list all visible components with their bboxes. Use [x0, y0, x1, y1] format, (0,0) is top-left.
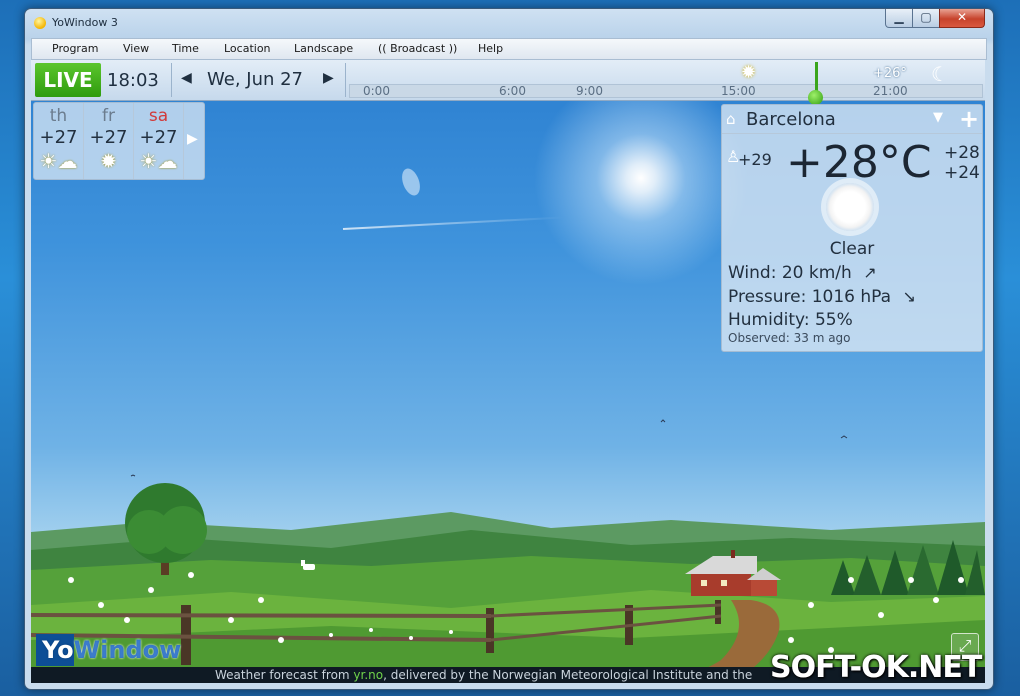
forecast-next-button[interactable]: ▶ — [187, 131, 198, 147]
maximize-button[interactable]: ▢ — [912, 9, 940, 28]
forecast-day[interactable]: th +27 ☀☁ — [34, 103, 84, 179]
status-suffix: , delivered by the Norwegian Meteorologi… — [383, 668, 753, 682]
forecast-day-temp: +27 — [89, 127, 128, 148]
observed-value: 33 m ago — [793, 331, 851, 345]
current-temperature: +28°C — [786, 137, 932, 188]
location-header: ⌂ Barcelona ▼ + — [722, 105, 982, 134]
minimize-button[interactable]: ▁ — [885, 9, 913, 28]
moon-icon: ☾ — [931, 62, 949, 86]
add-location-icon[interactable]: + — [959, 105, 979, 133]
status-text: Weather forecast from yr.no, delivered b… — [215, 668, 752, 682]
next-day-button[interactable]: ▶ — [323, 70, 334, 86]
pressure-row: Pressure: 1016 hPa ↘ — [728, 287, 916, 307]
observed-label: Observed: — [728, 331, 790, 345]
sun-cloud-icon: ☀☁ — [139, 149, 178, 173]
timeline-tick: 21:00 — [873, 84, 908, 98]
menu-view[interactable]: View — [123, 42, 149, 55]
pressure-value: 1016 hPa — [811, 287, 892, 307]
forecast-day-temp: +27 — [139, 127, 178, 148]
humidity-label: Humidity: — [728, 310, 810, 330]
forecast-day-name: sa — [148, 106, 169, 126]
close-icon: ✕ — [956, 10, 968, 24]
separator — [345, 63, 346, 97]
forecast-day-name: th — [49, 106, 68, 126]
timeline-tick: 15:00 — [721, 84, 756, 98]
menu-program[interactable]: Program — [52, 42, 98, 55]
current-date: We, Jun 27 — [207, 69, 304, 90]
yowindow-logo[interactable]: YoWindow — [36, 634, 188, 666]
chevron-down-icon[interactable]: ▼ — [933, 110, 943, 125]
forecast-day[interactable]: fr +27 ✹ — [84, 103, 134, 179]
minimize-icon: ▁ — [894, 10, 904, 24]
separator — [171, 63, 172, 97]
menu-help[interactable]: Help — [478, 42, 503, 55]
wind-label: Wind: — [728, 263, 777, 283]
live-button[interactable]: LIVE — [35, 63, 101, 97]
watermark: SOFT-OK.NET — [770, 650, 982, 685]
menu-location[interactable]: Location — [224, 42, 271, 55]
menu-time[interactable]: Time — [172, 42, 199, 55]
sun-icon: ✹ — [741, 62, 757, 83]
sun-icon: ✹ — [100, 149, 117, 173]
window-title: YoWindow 3 — [52, 16, 118, 29]
app-icon — [34, 17, 46, 29]
time-slider-line[interactable] — [815, 62, 818, 92]
time-slider-handle[interactable] — [808, 90, 823, 105]
birds — [130, 419, 848, 477]
wind-row: Wind: 20 km/h ↗ — [728, 263, 877, 283]
humidity-value: 55% — [814, 310, 853, 330]
title-bar[interactable]: YoWindow 3 ▁ ▢ ✕ — [25, 9, 993, 37]
timeline-tick: 6:00 — [499, 84, 526, 98]
forecast-panel: th +27 ☀☁ fr +27 ✹ sa +27 ☀☁ ▶ — [33, 102, 205, 180]
humidity-row: Humidity: 55% — [728, 310, 853, 330]
logo-part2: Window — [73, 636, 182, 664]
logo-part1: Yo — [42, 636, 74, 664]
current-weather-panel: ⌂ Barcelona ▼ + ♙ +29 +28°C +28 +24 Clea… — [721, 104, 983, 352]
close-button[interactable]: ✕ — [939, 9, 985, 28]
pressure-trend-icon: ↘ — [902, 287, 916, 306]
time-bar: LIVE 18:03 ◀ We, Jun 27 ▶ 0:00 6:00 9:00… — [31, 60, 985, 105]
sun-cloud-icon: ☀☁ — [39, 149, 78, 173]
wind-direction-icon: ↗ — [863, 263, 877, 282]
forecast-day-temp: +27 — [39, 127, 78, 148]
wind-value: 20 km/h — [781, 263, 852, 283]
timeline-tick: 9:00 — [576, 84, 603, 98]
high-temp: +28 — [944, 143, 980, 163]
source-link[interactable]: yr.no — [353, 668, 383, 682]
current-time: 18:03 — [107, 70, 159, 91]
weather-view: LIVE 18:03 ◀ We, Jun 27 ▶ 0:00 6:00 9:00… — [31, 60, 985, 683]
clear-sun-icon — [826, 183, 874, 231]
pressure-label: Pressure: — [728, 287, 807, 307]
observed-row: Observed: 33 m ago — [728, 331, 851, 345]
menu-bar: Program View Time Location Landscape (( … — [31, 38, 987, 60]
forecast-day-name: fr — [102, 106, 115, 126]
feels-like-temp: +29 — [738, 150, 772, 169]
home-icon[interactable]: ⌂ — [726, 110, 736, 128]
weather-condition: Clear — [829, 239, 875, 259]
status-prefix: Weather forecast from — [215, 668, 354, 682]
previous-day-button[interactable]: ◀ — [181, 70, 192, 86]
yowindow-window: YoWindow 3 ▁ ▢ ✕ Program View Time Locat… — [24, 8, 994, 690]
menu-broadcast[interactable]: (( Broadcast )) — [378, 42, 457, 55]
menu-landscape[interactable]: Landscape — [294, 42, 353, 55]
timeline-tick: 0:00 — [363, 84, 390, 98]
forecast-day[interactable]: sa +27 ☀☁ — [134, 103, 184, 179]
maximize-icon: ▢ — [920, 10, 932, 24]
timeline-temperature: +26° — [873, 66, 907, 81]
location-name[interactable]: Barcelona — [746, 109, 836, 130]
low-temp: +24 — [944, 163, 980, 183]
